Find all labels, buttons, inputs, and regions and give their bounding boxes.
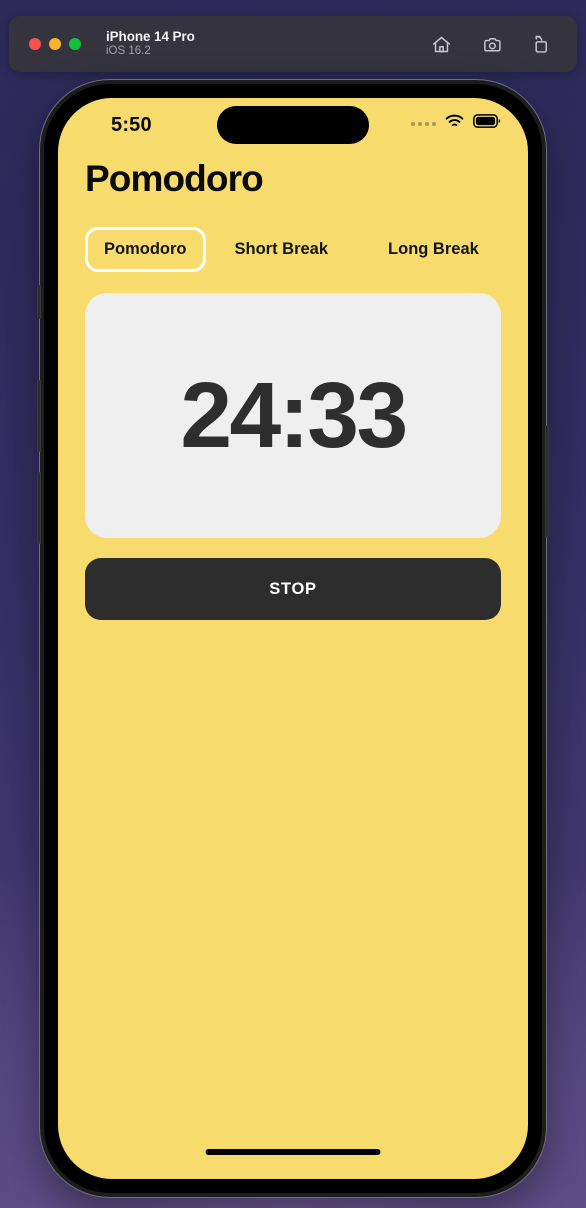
volume-down-button[interactable]	[37, 472, 41, 544]
window-traffic-lights	[29, 38, 81, 50]
device-bezel: 5:50 Pomodoro Pomodoro Short Break Long …	[44, 84, 542, 1193]
window-subtitle: iOS 16.2	[106, 45, 151, 58]
page-title: Pomodoro	[85, 158, 264, 199]
simulator-window-titlebar: iPhone 14 Pro iOS 16.2	[9, 16, 577, 72]
iphone-device-frame: 5:50 Pomodoro Pomodoro Short Break Long …	[37, 80, 549, 1197]
status-time: 5:50	[111, 114, 152, 136]
ios-status-bar: 5:50	[58, 98, 528, 152]
mode-tabs: Pomodoro Short Break Long Break	[85, 227, 501, 272]
screenshot-camera-icon[interactable]	[480, 34, 503, 55]
volume-up-button[interactable]	[37, 380, 41, 452]
home-indicator[interactable]	[205, 1149, 381, 1155]
dynamic-island	[217, 106, 369, 144]
window-title: iPhone 14 Pro	[106, 29, 195, 45]
tab-short-break[interactable]: Short Break	[216, 227, 348, 272]
window-title-group: iPhone 14 Pro iOS 16.2	[106, 29, 195, 58]
close-window-button[interactable]	[29, 38, 41, 50]
home-icon[interactable]	[431, 34, 452, 55]
timer-card: 24:33	[85, 293, 501, 538]
zoom-window-button[interactable]	[69, 38, 81, 50]
pomodoro-app: Pomodoro Pomodoro Short Break Long Break…	[58, 158, 528, 620]
mute-switch[interactable]	[37, 285, 41, 319]
status-indicators	[411, 114, 501, 133]
battery-icon	[473, 114, 501, 133]
tab-long-break[interactable]: Long Break	[369, 227, 498, 272]
stop-button[interactable]: STOP	[85, 558, 501, 620]
tab-pomodoro[interactable]: Pomodoro	[85, 227, 206, 272]
rotate-icon[interactable]	[531, 34, 551, 55]
window-action-buttons	[431, 34, 551, 55]
power-button[interactable]	[545, 425, 549, 537]
cellular-signal-icon	[411, 121, 436, 126]
minimize-window-button[interactable]	[49, 38, 61, 50]
timer-display: 24:33	[180, 363, 408, 467]
phone-screen: 5:50 Pomodoro Pomodoro Short Break Long …	[58, 98, 528, 1179]
wifi-icon	[445, 114, 464, 133]
